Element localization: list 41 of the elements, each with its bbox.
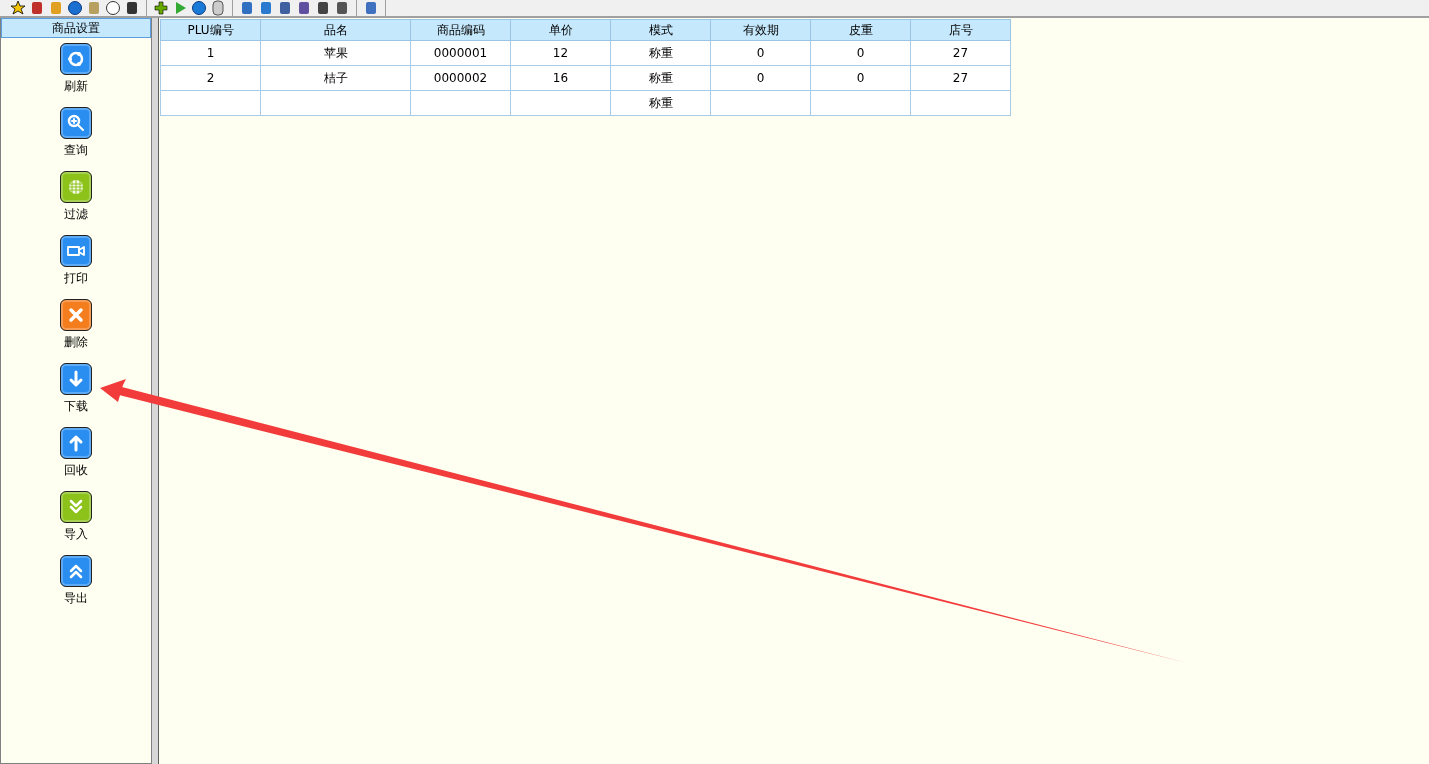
sidebar-button[interactable]: 刷新: [60, 43, 92, 107]
sidebar-button[interactable]: 查询: [60, 107, 92, 171]
table-cell: 0: [810, 40, 911, 66]
table-cell: 1: [160, 40, 261, 66]
table-cell: 0000002: [410, 65, 511, 91]
table-cell: 16: [510, 65, 611, 91]
table-cell: 桔子: [260, 65, 411, 91]
sidebar-title: 商品设置: [1, 18, 151, 38]
table-cell: 2: [160, 65, 261, 91]
database-icon[interactable]: [210, 0, 226, 16]
table-cell: 0: [810, 65, 911, 91]
table-cell: 称重: [610, 65, 711, 91]
sidebar-button[interactable]: 删除: [60, 299, 92, 363]
table-cell: 0: [710, 65, 811, 91]
info-icon[interactable]: [67, 0, 83, 16]
table-cell: 0: [710, 40, 811, 66]
column-header[interactable]: 商品编码: [410, 19, 511, 41]
sidebar-button[interactable]: 下载: [60, 363, 92, 427]
splitter-bar[interactable]: [152, 18, 159, 764]
power-icon[interactable]: [191, 0, 207, 16]
plus-icon[interactable]: [153, 0, 169, 16]
table-cell: 苹果: [260, 40, 411, 66]
sidebar-button[interactable]: 打印: [60, 235, 92, 299]
sidebar-button[interactable]: 导出: [60, 555, 92, 619]
sidebar-button[interactable]: 回收: [60, 427, 92, 491]
column-header[interactable]: 皮重: [810, 19, 911, 41]
column-header[interactable]: 模式: [610, 19, 711, 41]
table-cell: 12: [510, 40, 611, 66]
sidebar-button[interactable]: 过滤: [60, 171, 92, 235]
column-header[interactable]: 店号: [910, 19, 1011, 41]
column-header[interactable]: 品名: [260, 19, 411, 41]
table-cell: 27: [910, 65, 1011, 91]
table-cell: 称重: [610, 40, 711, 66]
table-cell: 称重: [610, 90, 711, 116]
column-header[interactable]: 单价: [510, 19, 611, 41]
column-header[interactable]: PLU编号: [160, 19, 261, 41]
table-cell: 27: [910, 40, 1011, 66]
table-cell: 0000001: [410, 40, 511, 66]
sidebar-button[interactable]: 导入: [60, 491, 92, 555]
column-header[interactable]: 有效期: [710, 19, 811, 41]
star-icon[interactable]: [10, 0, 26, 16]
